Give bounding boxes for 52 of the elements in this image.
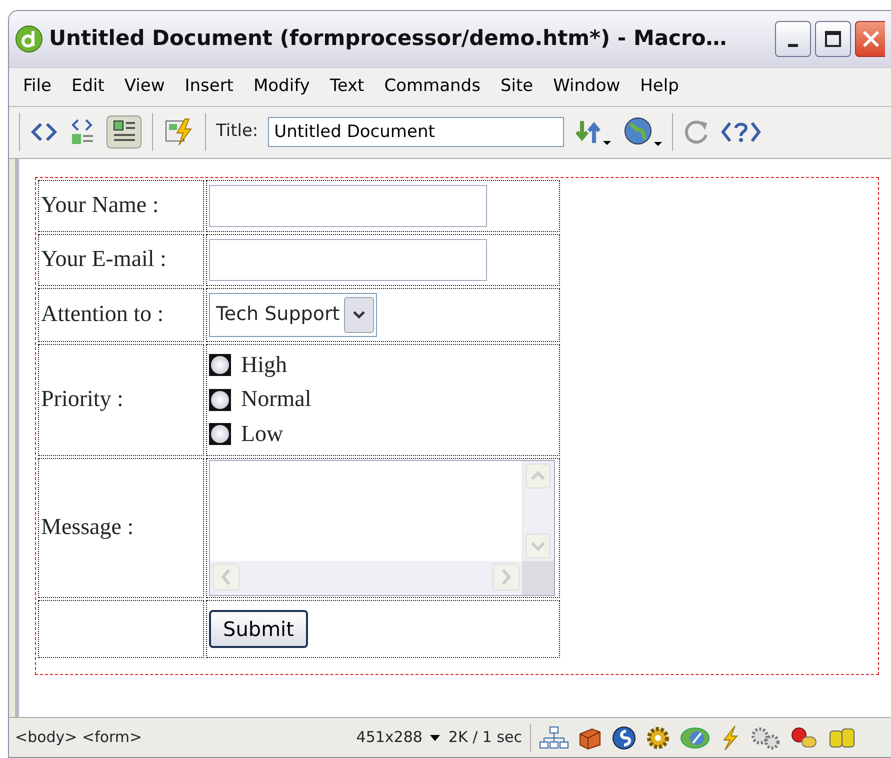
menu-item[interactable]: Commands	[374, 72, 490, 102]
code-help-icon[interactable]	[721, 119, 762, 145]
field-label: Attention to :	[41, 301, 164, 326]
minimize-button[interactable]	[775, 21, 811, 57]
menu-item[interactable]: File	[13, 72, 62, 102]
window-title: Untitled Document (formprocessor/demo.htm*) - Macro…	[49, 25, 727, 52]
radio-button[interactable]	[209, 423, 231, 445]
dropdown[interactable]: Tech Support	[209, 292, 377, 336]
radio-label: Low	[241, 420, 284, 448]
radio-label: High	[241, 350, 287, 379]
app-logo-icon	[15, 25, 43, 53]
chevron-down-icon	[352, 310, 366, 320]
message-field[interactable]	[209, 460, 555, 596]
design-view-icon[interactable]	[106, 115, 142, 149]
circle-icon[interactable]	[611, 724, 637, 750]
site-map-icon[interactable]	[539, 726, 569, 750]
radio-button[interactable]	[209, 354, 231, 376]
field-label: Message :	[41, 514, 134, 540]
pills-icon[interactable]	[789, 724, 819, 750]
field-label: Your Name :	[41, 192, 159, 218]
menu-item[interactable]: Site	[490, 72, 544, 102]
scrollbar-corner	[522, 560, 554, 594]
maximize-button[interactable]	[815, 21, 851, 57]
menu-item[interactable]: Text	[320, 72, 374, 102]
menu-item[interactable]: Edit	[61, 72, 114, 102]
field-label: Priority :	[41, 386, 124, 412]
menu-item[interactable]: Modify	[243, 72, 320, 102]
caret-icon[interactable]	[430, 734, 440, 742]
tag-selector[interactable]: <body> <form>	[15, 726, 142, 749]
live-data-icon[interactable]	[163, 117, 195, 147]
title-label: Title:	[216, 120, 258, 144]
gear-icon[interactable]	[645, 724, 671, 750]
field-label: Your E-mail :	[41, 246, 166, 272]
menu-item[interactable]: Help	[630, 72, 689, 102]
text-field[interactable]	[209, 238, 487, 280]
download-time: 2K / 1 sec	[448, 727, 522, 748]
close-icon	[860, 29, 880, 49]
radio-label: Normal	[241, 385, 312, 414]
close-button[interactable]	[855, 21, 885, 57]
minimize-icon	[788, 44, 798, 46]
submit-button[interactable]: Submit	[209, 610, 308, 648]
window-size[interactable]: 451x288	[356, 726, 422, 749]
box-icon[interactable]	[577, 726, 603, 750]
code-view-icon[interactable]	[30, 120, 58, 144]
menu-item[interactable]: View	[114, 72, 175, 102]
text-field[interactable]	[209, 184, 487, 226]
menu-item[interactable]: Window	[543, 72, 630, 102]
gears-icon[interactable]	[749, 724, 781, 750]
title-field[interactable]: Untitled Document	[268, 117, 564, 147]
menu-item[interactable]: Insert	[174, 72, 244, 102]
radio-button[interactable]	[209, 388, 231, 410]
maximize-icon	[824, 30, 842, 48]
